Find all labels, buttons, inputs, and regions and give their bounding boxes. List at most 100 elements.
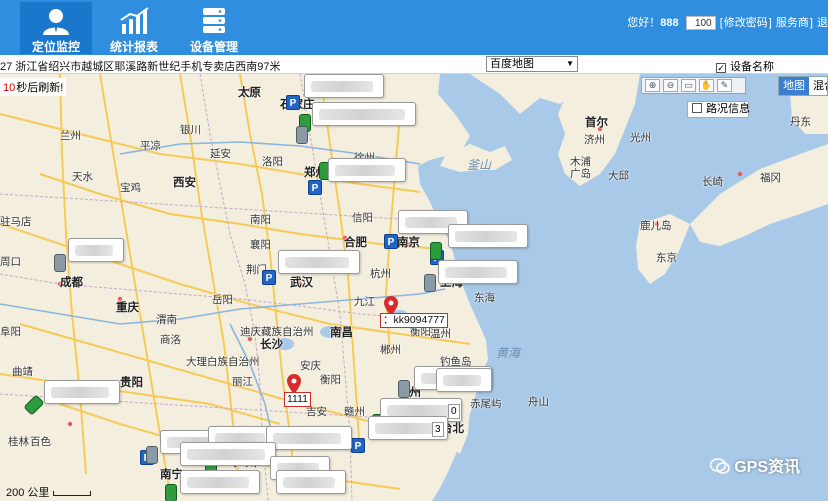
checkbox-icon[interactable]: ✓ xyxy=(716,63,726,73)
map-type-normal[interactable]: 地图 xyxy=(779,77,809,95)
top-navigation-bar: 定位监控 统计报表 设备管理 您好！888 100 [修改密码] 服务商] 退 xyxy=(0,0,828,55)
vehicle-label-bubble[interactable] xyxy=(438,260,518,284)
vehicle-marker-icon[interactable] xyxy=(54,254,66,272)
watermark: GPS资讯 xyxy=(710,453,800,477)
ruler-icon[interactable]: ▭ xyxy=(681,79,696,92)
nav-location-monitor[interactable]: 定位监控 xyxy=(20,2,92,54)
redacted-name xyxy=(335,165,395,176)
vehicle-label-bubble[interactable] xyxy=(328,158,406,182)
city-label: 东海 xyxy=(474,292,495,304)
vehicle-marker-icon[interactable] xyxy=(424,274,436,292)
vehicle-label-bubble[interactable] xyxy=(180,470,260,494)
nav-statistics-report[interactable]: 统计报表 xyxy=(98,2,170,54)
city-label: 周口 xyxy=(0,256,21,268)
city-label: 武汉 xyxy=(290,277,313,289)
city-label: 桂林 xyxy=(8,436,29,448)
parking-marker-icon[interactable]: P xyxy=(308,180,322,195)
vehicle-label-bubble[interactable] xyxy=(278,250,360,274)
city-label: 光州 xyxy=(630,132,651,144)
vehicle-label-bubble[interactable] xyxy=(304,74,384,98)
parking-marker-icon[interactable]: P xyxy=(262,270,276,285)
pin-label: 1111 xyxy=(284,392,312,407)
pin-label: ：kk9094777 xyxy=(380,313,448,328)
pen-icon[interactable]: ✎ xyxy=(717,79,732,92)
city-label: 首尔 xyxy=(585,117,608,129)
zoom-out-icon[interactable]: ⊖ xyxy=(663,79,678,92)
redacted-name xyxy=(187,449,265,460)
greeting: 您好！ xyxy=(627,17,661,29)
redacted-name xyxy=(443,375,481,386)
vehicle-label-bubble[interactable] xyxy=(266,426,352,450)
auto-refresh-notice: 10秒后刷新! xyxy=(0,78,67,96)
nav-label: 设备管理 xyxy=(189,40,238,54)
map-canvas[interactable]: 釜山 黄海 太原 石家庄 首尔 兰州 银川 延安 郑州 西安 天水 平凉 宝鸡 … xyxy=(0,74,828,501)
city-label: 银川 xyxy=(180,124,201,136)
vehicle-label-bubble[interactable] xyxy=(312,102,416,126)
vehicle-label-fragment: 0 xyxy=(448,404,460,419)
city-label: 杭州 xyxy=(370,268,391,280)
watermark-text: GPS资讯 xyxy=(734,459,800,476)
vehicle-label-bubble[interactable] xyxy=(180,442,276,466)
bracket-left: [ xyxy=(719,17,723,29)
vehicle-label-bubble[interactable] xyxy=(448,224,528,248)
pan-icon[interactable]: ✋ xyxy=(699,79,714,92)
map-type-hybrid[interactable]: 混合 xyxy=(809,77,827,95)
number-field[interactable]: 100 xyxy=(685,16,716,31)
city-label: 贵阳 xyxy=(120,377,143,389)
vehicle-marker-icon[interactable] xyxy=(165,484,177,501)
change-password-link[interactable]: 修改密码 xyxy=(724,17,768,29)
vendor-link[interactable]: 服务商 xyxy=(776,17,809,29)
city-label: 赤尾屿 xyxy=(470,398,502,410)
city-label: 东京 xyxy=(656,252,677,264)
vehicle-marker-icon[interactable] xyxy=(430,242,442,260)
city-label: 南阳 xyxy=(250,214,271,226)
city-label: 赣州 xyxy=(344,406,365,418)
city-label: 平凉 xyxy=(140,140,161,152)
vehicle-marker-icon[interactable] xyxy=(296,126,308,144)
device-name-label: 设备名称 xyxy=(730,61,774,73)
checkbox-icon[interactable] xyxy=(692,103,702,113)
city-label: 兰州 xyxy=(60,130,81,142)
vehicle-marker-icon[interactable] xyxy=(146,446,158,464)
traffic-label: 路况信息 xyxy=(706,103,750,115)
city-label: 驻马店 xyxy=(0,216,32,228)
redacted-name xyxy=(375,423,437,434)
city-label: 安庆 xyxy=(300,360,321,372)
vehicle-label-bubble[interactable] xyxy=(44,380,120,404)
exit-link[interactable]: 退 xyxy=(817,17,828,29)
city-label: 襄阳 xyxy=(250,239,271,251)
nav-device-management[interactable]: 设备管理 xyxy=(178,2,250,54)
sea-label-yellow: 釜山 xyxy=(467,158,492,172)
city-label: 广岛 xyxy=(570,168,591,180)
city-label: 延安 xyxy=(210,148,231,160)
zoom-in-icon[interactable]: ⊕ xyxy=(645,79,660,92)
traffic-info-button[interactable]: 路况信息 xyxy=(687,101,750,118)
city-label: 大理白族自治州 xyxy=(186,356,260,368)
vehicle-label-bubble[interactable] xyxy=(436,368,492,392)
map-scale: 200 公里 xyxy=(6,484,92,500)
parking-marker-icon[interactable]: P xyxy=(384,234,398,249)
vehicle-marker-icon[interactable] xyxy=(398,380,410,398)
city-label: 太原 xyxy=(238,87,261,99)
city-label: 九江 xyxy=(354,296,375,308)
city-label: 丹东 xyxy=(790,116,811,128)
bracket-right: ] xyxy=(768,17,772,29)
city-label: 福冈 xyxy=(760,172,781,184)
parking-marker-icon[interactable]: P xyxy=(286,95,300,110)
city-label: 郴州 xyxy=(380,344,401,356)
map-provider-value: 百度地图 xyxy=(490,58,534,70)
city-label: 渭南 xyxy=(156,314,177,326)
city-label: 宝鸡 xyxy=(120,182,141,194)
vehicle-label-bubble[interactable] xyxy=(68,238,124,262)
vehicle-label-bubble[interactable] xyxy=(276,470,346,494)
parking-marker-icon[interactable]: P xyxy=(351,438,365,453)
map-provider-select[interactable]: 百度地图 ▼ xyxy=(486,56,578,72)
city-label: 大邱 xyxy=(608,170,629,182)
redacted-name xyxy=(455,231,517,242)
bracket-right: ] xyxy=(809,17,813,29)
location-pin-icon[interactable] xyxy=(287,374,301,394)
city-label: 岳阳 xyxy=(212,294,233,306)
city-label: 舟山 xyxy=(528,396,549,408)
redacted-name xyxy=(319,109,405,120)
device-name-toggle[interactable]: ✓ 设备名称 xyxy=(716,58,774,74)
